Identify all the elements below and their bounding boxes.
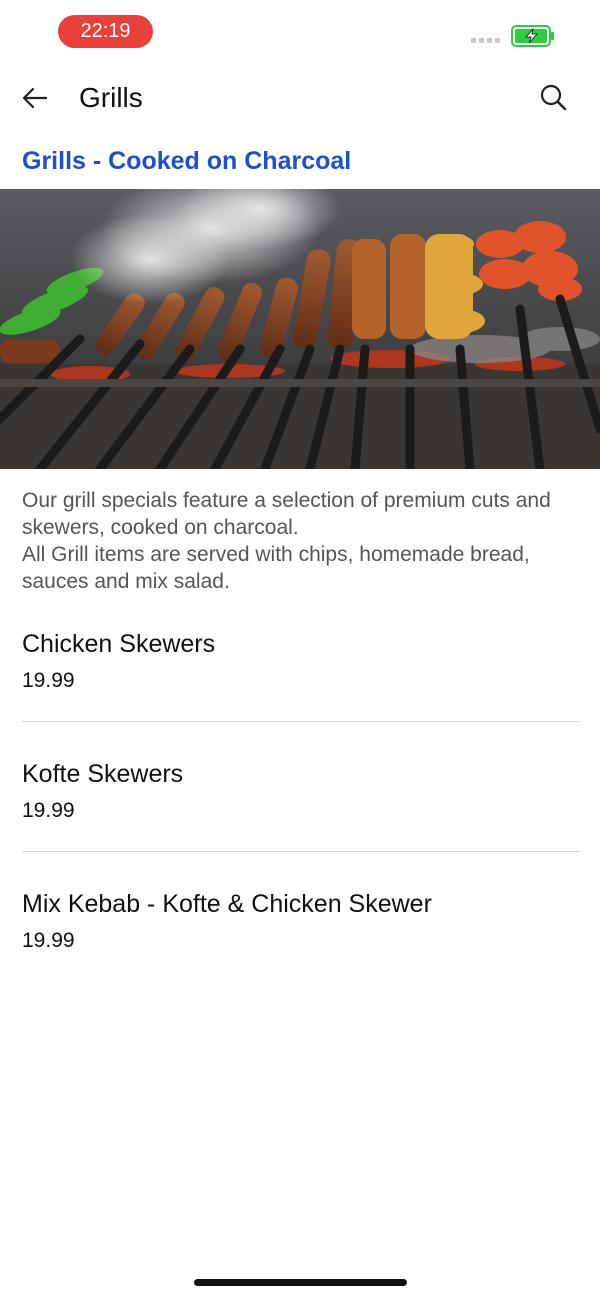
item-price: 19.99 <box>22 669 75 692</box>
section-description: Our grill specials feature a selection o… <box>22 487 582 595</box>
item-name: Mix Kebab - Kofte & Chicken Skewer <box>22 890 432 918</box>
menu-item[interactable]: Chicken Skewers 19.99 <box>0 615 600 745</box>
item-name: Kofte Skewers <box>22 760 184 788</box>
item-price: 19.99 <box>22 929 75 952</box>
home-indicator[interactable] <box>194 1279 407 1286</box>
divider <box>22 851 579 852</box>
menu-item[interactable]: Mix Kebab - Kofte & Chicken Skewer 19.99 <box>0 875 600 1005</box>
item-name: Chicken Skewers <box>22 630 216 658</box>
item-price: 19.99 <box>22 799 75 822</box>
menu-list: Chicken Skewers 19.99 Kofte Skewers 19.9… <box>0 615 600 1005</box>
divider <box>22 721 579 722</box>
back-arrow-icon[interactable] <box>18 81 52 115</box>
description-line: All Grill items are served with chips, h… <box>22 543 530 593</box>
status-bar: 22:19 <box>0 0 600 64</box>
top-app-bar: Grills <box>0 64 600 132</box>
menu-item[interactable]: Kofte Skewers 19.99 <box>0 745 600 875</box>
section-title: Grills - Cooked on Charcoal <box>22 147 352 175</box>
search-icon[interactable] <box>538 82 570 114</box>
signal-dots-icon <box>471 38 500 43</box>
page-title: Grills <box>79 82 143 113</box>
status-time: 22:19 <box>58 15 153 48</box>
description-line: Our grill specials feature a selection o… <box>22 489 551 539</box>
grill-hero-image <box>0 189 600 469</box>
battery-charging-icon <box>511 25 554 47</box>
